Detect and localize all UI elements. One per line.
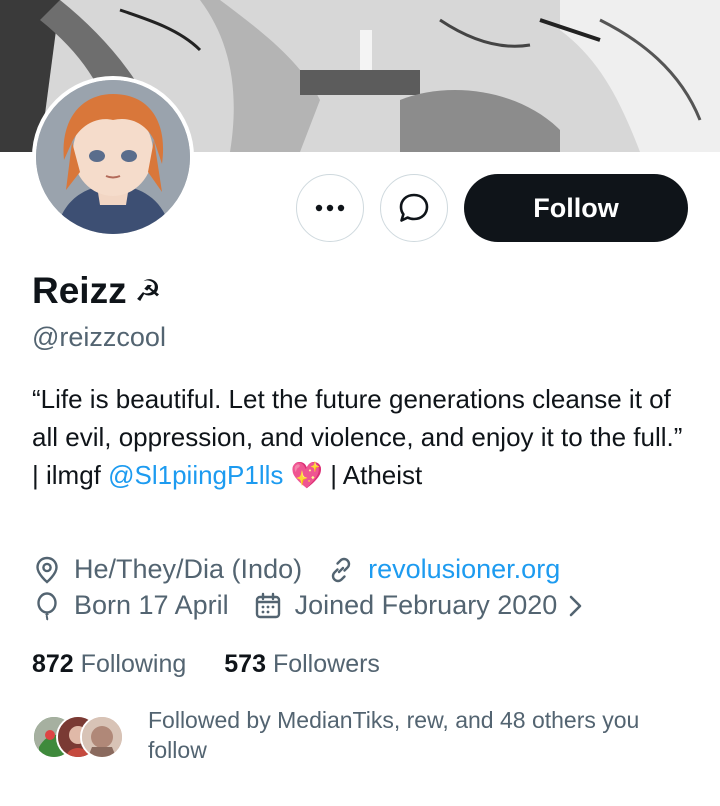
- message-bubble-icon: [399, 193, 429, 222]
- profile-meta-row-1: He/They/Dia (Indo) revolusioner.org: [32, 554, 584, 585]
- message-button[interactable]: [380, 174, 448, 242]
- profile-stats: 872 Following 573 Followers: [32, 650, 418, 679]
- joined-item[interactable]: Joined February 2020: [253, 590, 588, 621]
- profile-meta-row-2: Born 17 April Joined February 2020: [32, 590, 611, 621]
- followers-stat[interactable]: 573 Followers: [224, 650, 380, 679]
- website-item[interactable]: revolusioner.org: [326, 554, 560, 585]
- joined-text: Joined February 2020: [294, 590, 558, 620]
- location-text: He/They/Dia (Indo): [74, 554, 303, 584]
- following-count: 872: [32, 650, 74, 678]
- following-stat[interactable]: 872 Following: [32, 650, 186, 679]
- avatar-illustration: [36, 80, 190, 234]
- bio-mention-link[interactable]: @Sl1piingP1lls: [108, 460, 283, 490]
- more-horizontal-icon: [315, 204, 345, 212]
- calendar-icon: [255, 592, 280, 618]
- bio-text-end: | Atheist: [322, 460, 423, 490]
- heart-emoji-icon: 💖: [290, 460, 323, 490]
- followed-by-text: Followed by MedianTiks, rew, and 48 othe…: [148, 707, 640, 763]
- profile-name: Reizz: [32, 270, 127, 311]
- following-label: Following: [80, 650, 187, 678]
- follower-avatars: [32, 715, 132, 759]
- chevron-right-icon: [569, 595, 582, 616]
- followers-count: 573: [224, 650, 266, 678]
- link-icon: [331, 557, 351, 582]
- profile-handle: @reizzcool: [32, 322, 166, 352]
- followers-label: Followers: [272, 650, 380, 678]
- follow-button[interactable]: Follow: [464, 174, 688, 242]
- balloon-icon: [37, 591, 57, 620]
- location-item: He/They/Dia (Indo): [32, 554, 302, 585]
- profile-avatar[interactable]: [32, 76, 194, 238]
- birthday-item: Born 17 April: [32, 590, 229, 621]
- profile-name-row: Reizz ☭: [32, 270, 161, 312]
- website-link[interactable]: revolusioner.org: [368, 554, 560, 585]
- follower-avatar: [80, 715, 124, 759]
- followed-by-section[interactable]: Followed by MedianTiks, rew, and 48 othe…: [32, 705, 688, 765]
- location-pin-icon: [36, 556, 58, 584]
- hammer-sickle-icon: ☭: [134, 273, 162, 309]
- more-options-button[interactable]: [296, 174, 364, 242]
- profile-bio: “Life is beautiful. Let the future gener…: [32, 380, 692, 494]
- birthday-text: Born 17 April: [74, 590, 229, 620]
